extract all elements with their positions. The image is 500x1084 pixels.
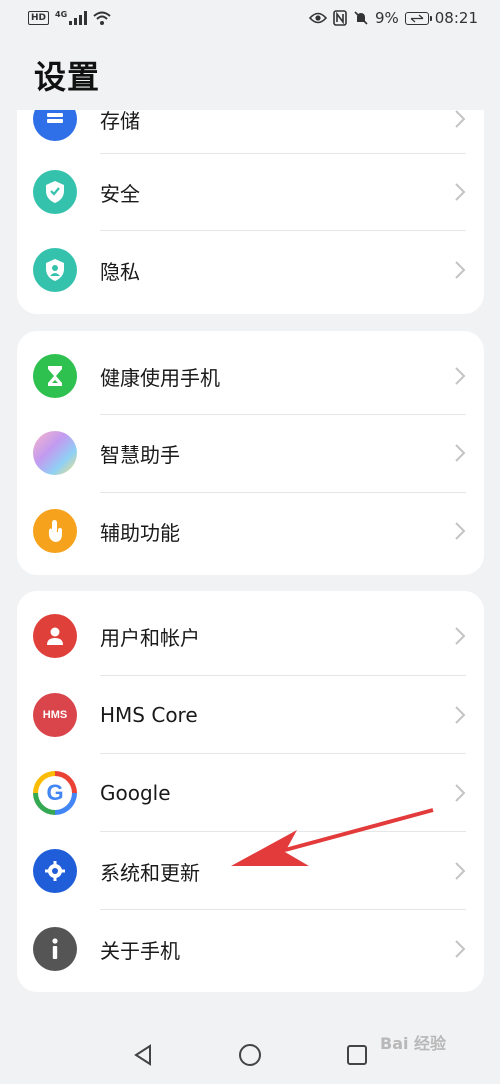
- settings-item-storage[interactable]: 存储: [17, 110, 484, 158]
- settings-item-label: 存储: [100, 110, 140, 133]
- user-icon: [33, 614, 77, 658]
- google-icon: G: [33, 771, 77, 815]
- settings-item-accessibility[interactable]: 辅助功能: [17, 492, 484, 570]
- chevron-right-icon: [455, 940, 466, 958]
- google-icon-text: G: [46, 780, 64, 805]
- settings-item-security[interactable]: 安全: [17, 153, 484, 231]
- hms-icon: HMS: [33, 693, 77, 737]
- network-type: 4G: [55, 9, 68, 19]
- watermark: Bai 经验: [380, 1034, 447, 1053]
- mute-icon: [353, 10, 369, 26]
- chevron-right-icon: [455, 183, 466, 201]
- shield-icon: [33, 170, 77, 214]
- clock: 08:21: [434, 9, 478, 27]
- annotation-arrow-icon: [231, 808, 434, 866]
- chevron-right-icon: [455, 627, 466, 645]
- settings-item-digital-balance[interactable]: 健康使用手机: [17, 337, 484, 415]
- settings-item-label: 关于手机: [100, 938, 180, 963]
- hand-icon: [33, 509, 77, 553]
- settings-item-hms-core[interactable]: HMS HMS Core: [17, 676, 484, 754]
- settings-item-privacy[interactable]: 隐私: [17, 231, 484, 309]
- chevron-right-icon: [455, 522, 466, 540]
- settings-item-label: 安全: [100, 181, 140, 206]
- settings-item-label: 智慧助手: [100, 442, 180, 467]
- settings-item-label: 隐私: [100, 259, 140, 284]
- battery-icon: [404, 11, 432, 25]
- settings-item-assistant[interactable]: 智慧助手: [17, 414, 484, 492]
- storage-icon: [33, 110, 77, 141]
- chevron-right-icon: [455, 862, 466, 880]
- hd-badge: HD: [28, 11, 50, 25]
- chevron-right-icon: [455, 261, 466, 279]
- chevron-right-icon: [455, 784, 466, 802]
- settings-item-label: 用户和帐户: [100, 625, 200, 650]
- recents-icon[interactable]: [344, 1042, 370, 1068]
- chevron-right-icon: [455, 367, 466, 385]
- home-icon[interactable]: [237, 1042, 263, 1068]
- settings-group-assist: 健康使用手机 智慧助手 辅助功能: [17, 331, 484, 575]
- status-right: 9% 08:21: [308, 9, 478, 27]
- settings-item-label: 辅助功能: [100, 520, 180, 545]
- status-bar: HD 4G 9% 08:21: [0, 0, 500, 36]
- settings-group-system: 用户和帐户 HMS HMS Core G Google 系统和更新 关于手机: [17, 591, 484, 992]
- info-icon: [33, 927, 77, 971]
- chevron-right-icon: [455, 706, 466, 724]
- hms-icon-text: HMS: [42, 709, 68, 721]
- privacy-icon: [33, 248, 77, 292]
- assistant-icon: [33, 431, 77, 475]
- settings-item-about-phone[interactable]: 关于手机: [17, 910, 484, 988]
- back-icon[interactable]: [130, 1042, 156, 1068]
- eye-icon: [308, 12, 327, 24]
- settings-item-label: Google: [100, 781, 171, 805]
- chevron-right-icon: [455, 110, 466, 128]
- settings-item-users-accounts[interactable]: 用户和帐户: [17, 597, 484, 675]
- gear-icon: [33, 849, 77, 893]
- status-left: HD 4G: [28, 9, 111, 25]
- wifi-icon: [93, 11, 111, 25]
- settings-item-label: HMS Core: [100, 703, 198, 727]
- settings-item-label: 健康使用手机: [100, 365, 220, 390]
- signal-icon: [69, 11, 88, 25]
- page-title: 设置: [34, 58, 101, 96]
- battery-percent: 9%: [374, 9, 399, 27]
- settings-group-security: 存储 安全 隐私: [17, 110, 484, 314]
- chevron-right-icon: [455, 444, 466, 462]
- hourglass-icon: [33, 354, 77, 398]
- settings-item-label: 系统和更新: [100, 860, 200, 885]
- nfc-icon: [333, 10, 347, 26]
